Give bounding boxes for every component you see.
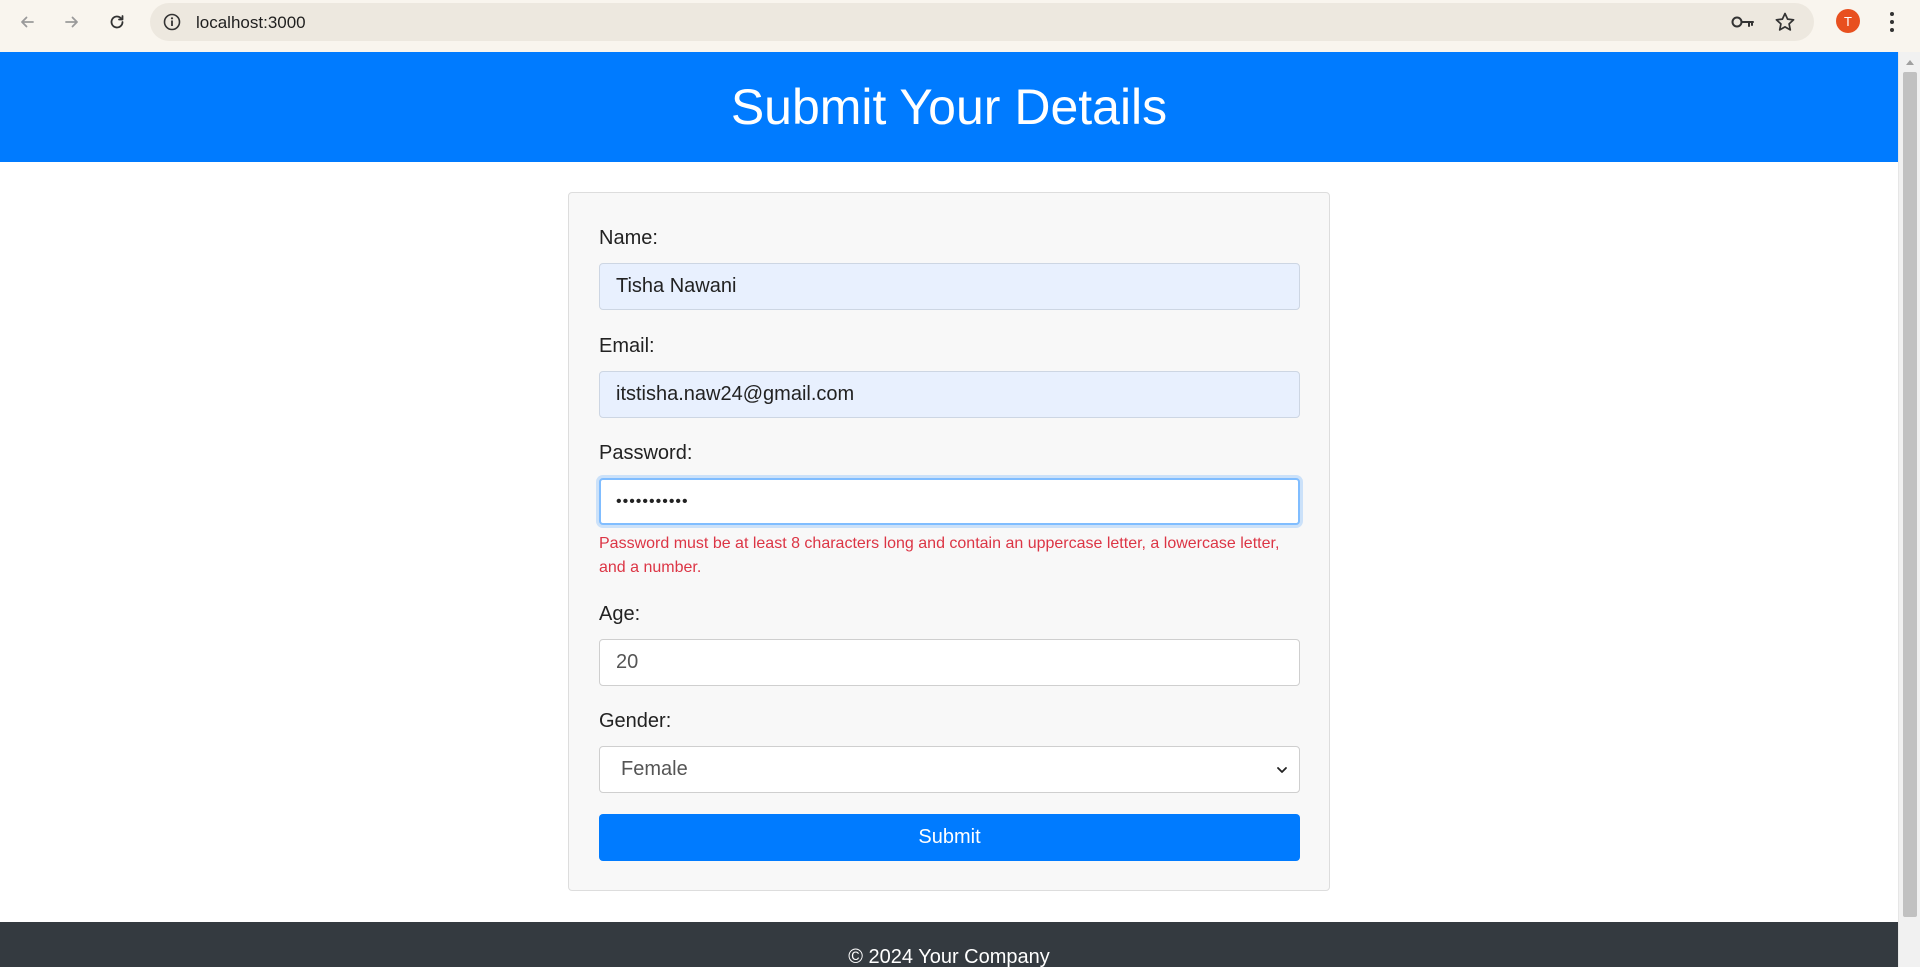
password-label: Password: xyxy=(599,442,693,464)
profile-avatar[interactable]: T xyxy=(1836,9,1860,33)
chevron-down-icon xyxy=(1277,767,1287,773)
reload-icon xyxy=(110,15,124,29)
reload-button[interactable] xyxy=(100,5,134,39)
password-input-value: ••••••••••• xyxy=(616,492,689,510)
gender-select[interactable]: Female xyxy=(599,746,1300,793)
email-input-value: itstisha.naw24@gmail.com xyxy=(616,383,855,405)
age-input[interactable]: 20 xyxy=(599,639,1300,686)
email-label: Email: xyxy=(599,335,655,357)
submit-button[interactable]: Submit xyxy=(599,814,1300,861)
footer-copyright: © 2024 Your Company xyxy=(848,946,1050,967)
name-label: Name: xyxy=(599,227,658,249)
password-error-message: Password must be at least 8 characters l… xyxy=(599,535,1280,576)
url-text[interactable]: localhost:3000 xyxy=(196,13,306,33)
profile-initial: T xyxy=(1844,13,1852,29)
forward-arrow-icon xyxy=(65,16,78,28)
star-icon[interactable] xyxy=(1774,11,1796,33)
age-input-value: 20 xyxy=(616,651,639,673)
kebab-menu-icon[interactable] xyxy=(1880,9,1904,35)
email-input[interactable]: itstisha.naw24@gmail.com xyxy=(599,371,1300,418)
gender-label: Gender: xyxy=(599,710,672,732)
age-label: Age: xyxy=(599,603,641,625)
address-bar[interactable]: localhost:3000 xyxy=(150,3,1814,41)
browser-toolbar: localhost:3000 T xyxy=(0,0,1920,52)
name-input[interactable]: Tisha Nawani xyxy=(599,263,1300,310)
key-icon[interactable] xyxy=(1730,12,1756,32)
page-title: Submit Your Details xyxy=(730,79,1168,135)
name-input-value: Tisha Nawani xyxy=(616,275,737,297)
page-footer: © 2024 Your Company xyxy=(0,922,1898,967)
page-header: Submit Your Details xyxy=(0,52,1898,162)
details-form: Name: Tisha Nawani Email: itstisha.naw24… xyxy=(568,192,1330,891)
scroll-up-arrow-icon[interactable] xyxy=(1905,58,1915,66)
back-button[interactable] xyxy=(10,5,44,39)
scrollbar-thumb[interactable] xyxy=(1903,72,1917,917)
vertical-scrollbar[interactable] xyxy=(1898,52,1920,967)
page-viewport: Submit Your Details Name: Tisha Nawani E… xyxy=(0,52,1898,967)
password-input[interactable]: ••••••••••• xyxy=(599,478,1300,525)
info-icon[interactable] xyxy=(162,12,182,32)
gender-select-value: Female xyxy=(621,758,688,780)
forward-button[interactable] xyxy=(55,5,89,39)
back-arrow-icon xyxy=(21,16,34,28)
submit-button-label: Submit xyxy=(918,826,981,848)
